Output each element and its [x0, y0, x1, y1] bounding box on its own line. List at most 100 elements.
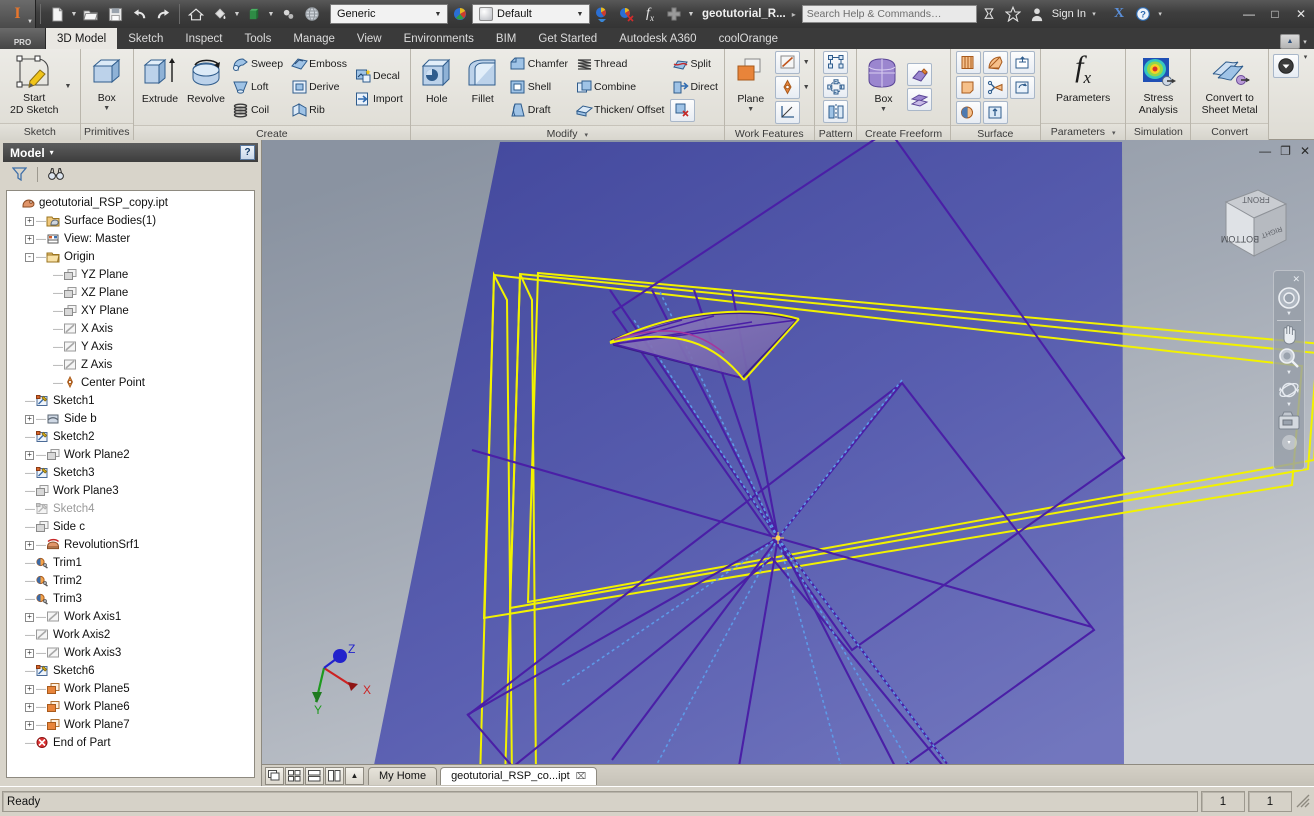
- freeform-plane-button[interactable]: [907, 63, 933, 86]
- tree-item[interactable]: — Sketch1: [7, 392, 254, 410]
- chevron-down-icon[interactable]: ▼: [1286, 311, 1292, 319]
- tree-expand-toggle[interactable]: +: [25, 720, 34, 730]
- globe-button[interactable]: [300, 2, 324, 26]
- cascade-windows-button[interactable]: [265, 766, 284, 785]
- stitch-button[interactable]: [1009, 50, 1035, 74]
- chevron-down-icon[interactable]: ▼: [232, 11, 242, 18]
- steering-wheel-button[interactable]: [1275, 285, 1303, 311]
- fillet-button[interactable]: Fillet: [460, 51, 506, 123]
- ruled-surface-button[interactable]: [982, 50, 1008, 74]
- tab-sketch[interactable]: Sketch: [117, 28, 174, 49]
- tab-environments[interactable]: Environments: [393, 28, 485, 49]
- tree-item[interactable]: geotutorial_RSP_copy.ipt: [7, 194, 254, 212]
- tree-item[interactable]: — Trim3: [7, 590, 254, 608]
- help-button[interactable]: ?: [1131, 2, 1155, 26]
- chevron-down-icon[interactable]: ▼: [878, 106, 889, 113]
- tree-expand-toggle[interactable]: +: [25, 702, 34, 712]
- clear-appearance-button[interactable]: [614, 2, 638, 26]
- chevron-down-icon[interactable]: ▼: [801, 84, 812, 91]
- work-axis-button[interactable]: [774, 50, 800, 74]
- tree-item[interactable]: — Work Axis2: [7, 626, 254, 644]
- home-button[interactable]: [184, 2, 208, 26]
- extend-button[interactable]: [955, 50, 981, 74]
- chevron-down-icon[interactable]: ▼: [101, 105, 112, 112]
- start-2d-sketch-button[interactable]: Start 2D Sketch: [6, 50, 62, 122]
- chevron-down-icon[interactable]: ▾: [1112, 130, 1116, 137]
- mirror-button[interactable]: [823, 100, 849, 124]
- box-primitive-button[interactable]: Box ▼: [84, 50, 130, 122]
- new-file-button[interactable]: [45, 2, 69, 26]
- chevron-down-icon[interactable]: ▾: [1300, 53, 1311, 61]
- viewport-close-button[interactable]: ✕: [1300, 144, 1310, 158]
- tile-horizontal-button[interactable]: [305, 766, 324, 785]
- shell-button[interactable]: Shell: [506, 76, 572, 99]
- look-at-button[interactable]: [1275, 410, 1303, 432]
- sweep-button[interactable]: Sweep: [229, 53, 287, 76]
- tree-item[interactable]: — XY Plane: [7, 302, 254, 320]
- sculpt-button[interactable]: [982, 75, 1008, 99]
- stress-analysis-button[interactable]: Stress Analysis: [1135, 50, 1182, 122]
- favorites-button[interactable]: [1001, 2, 1025, 26]
- direct-edit-button[interactable]: Direct: [668, 76, 721, 99]
- tree-item[interactable]: + — View: Master: [7, 230, 254, 248]
- work-plane-button[interactable]: Plane ▼: [728, 51, 774, 123]
- tile-windows-button[interactable]: [285, 766, 304, 785]
- chamfer-button[interactable]: Chamfer: [506, 53, 572, 76]
- tree-item[interactable]: — X Axis: [7, 320, 254, 338]
- orbit-button[interactable]: [1275, 378, 1303, 402]
- tree-collapse-toggle[interactable]: -: [25, 252, 34, 262]
- graphics-viewport[interactable]: — ❐ ✕ FRONT BOTTOM RIGHT ✕ ▼ ▼ ▼ ▾ X Y Z: [262, 140, 1314, 764]
- chevron-down-icon[interactable]: ▾: [1300, 38, 1310, 46]
- convert-sheet-metal-button[interactable]: Convert to Sheet Metal: [1198, 50, 1262, 122]
- extrude-button[interactable]: Extrude: [137, 51, 183, 123]
- autodesk-exchange-button[interactable]: X: [1107, 6, 1131, 22]
- docbar-scroll-up-button[interactable]: ▲: [345, 766, 364, 785]
- tree-item[interactable]: — Side c: [7, 518, 254, 536]
- freeform-box-button[interactable]: Box ▼: [860, 51, 906, 123]
- thicken-offset-button[interactable]: Thicken/ Offset: [572, 99, 668, 122]
- split-button[interactable]: Split: [668, 53, 721, 76]
- tab-3d-model[interactable]: 3D Model: [46, 28, 118, 49]
- tree-expand-toggle[interactable]: +: [25, 612, 34, 622]
- rib-button[interactable]: Rib: [287, 99, 351, 122]
- doctab-geotutorial[interactable]: geotutorial_RSP_co...ipt ⌧: [440, 766, 598, 785]
- explore-button[interactable]: [1273, 54, 1299, 78]
- search-input[interactable]: Search Help & Commands…: [801, 5, 977, 23]
- revolve-button[interactable]: Revolve: [183, 51, 229, 123]
- import-button[interactable]: Import: [351, 87, 407, 110]
- tree-item[interactable]: — Sketch6: [7, 662, 254, 680]
- close-button[interactable]: ✕: [1288, 2, 1314, 26]
- tab-bim[interactable]: BIM: [485, 28, 527, 49]
- tab-manage[interactable]: Manage: [282, 28, 346, 49]
- tree-item[interactable]: + — Work Axis3: [7, 644, 254, 662]
- material-combo[interactable]: Generic ▼: [330, 4, 448, 24]
- tree-item[interactable]: — YZ Plane: [7, 266, 254, 284]
- undo-button[interactable]: [127, 2, 151, 26]
- chevron-down-icon[interactable]: ▾: [1089, 10, 1099, 18]
- appearance-swatch-button[interactable]: [448, 2, 472, 26]
- trim-button[interactable]: [955, 100, 981, 124]
- zoom-button[interactable]: [1275, 346, 1303, 370]
- browser-help-button[interactable]: ?: [240, 145, 255, 160]
- navbar-more-button[interactable]: ▾: [1281, 435, 1297, 450]
- 3d-scene[interactable]: [262, 140, 1314, 764]
- viewport-minimize-button[interactable]: —: [1259, 144, 1271, 158]
- tree-item[interactable]: + — Work Plane7: [7, 716, 254, 734]
- parameters-fx-button[interactable]: fx: [638, 2, 662, 26]
- tree-expand-toggle[interactable]: +: [25, 684, 34, 694]
- model-tree[interactable]: geotutorial_RSP_copy.ipt + — Surface Bodies…: [6, 190, 255, 778]
- tab-coolorange[interactable]: coolOrange: [708, 28, 789, 49]
- chevron-down-icon[interactable]: ▾: [50, 148, 54, 157]
- derive-button[interactable]: Derive: [287, 76, 351, 99]
- work-point-button[interactable]: [774, 75, 800, 99]
- chevron-down-icon[interactable]: ▼: [745, 106, 756, 113]
- emboss-button[interactable]: Emboss: [287, 53, 351, 76]
- chevron-down-icon[interactable]: ▼: [69, 11, 79, 18]
- filter-button[interactable]: [8, 164, 30, 184]
- delete-face-button[interactable]: [668, 98, 721, 122]
- tree-item[interactable]: + — Work Axis1: [7, 608, 254, 626]
- combine-button[interactable]: Combine: [572, 76, 668, 99]
- tab-get-started[interactable]: Get Started: [527, 28, 608, 49]
- customize-qat-button[interactable]: [662, 2, 686, 26]
- tab-tools[interactable]: Tools: [233, 28, 282, 49]
